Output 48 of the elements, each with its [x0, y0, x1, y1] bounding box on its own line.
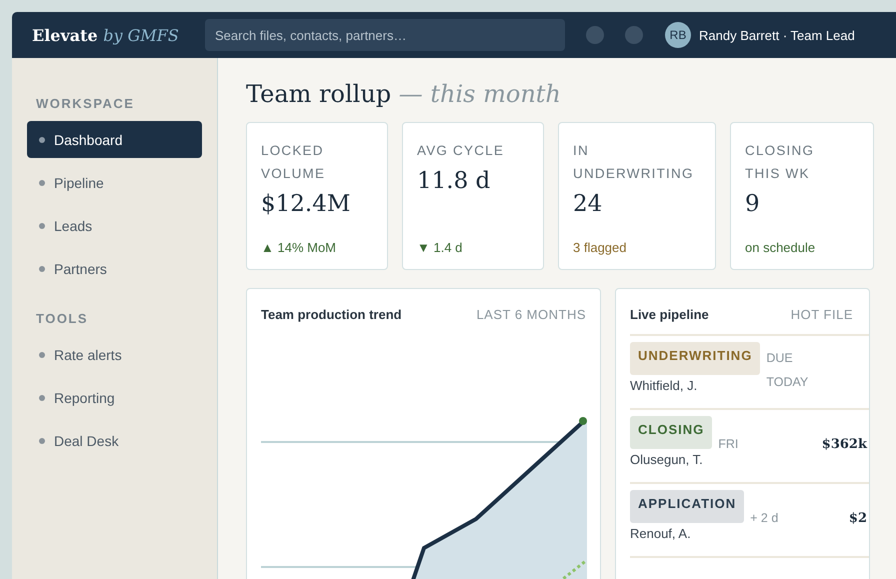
bullet-icon [39, 352, 45, 358]
due-label: FRI [718, 436, 740, 453]
nav-item[interactable]: Deal Desk [27, 422, 202, 459]
bullet-icon [39, 222, 45, 228]
loan-amount: $2 [848, 510, 868, 526]
stat-label: LOCKED VOLUME [261, 142, 326, 183]
user-avatar[interactable]: RB [665, 22, 691, 48]
stat-note: ▼ 1.4 d [417, 240, 464, 255]
borrower-name: Whitfield, J. [630, 378, 698, 394]
status-tag: UNDERWRITING [630, 342, 760, 374]
stat-label: CLOSING THIS WK [745, 142, 816, 183]
section-tag: HOT FILE [790, 307, 853, 322]
range-label: LAST 6 MONTHS [476, 307, 586, 322]
brand-logo: Elevate by GMFS [32, 26, 180, 44]
nav-item[interactable]: Partners [27, 250, 202, 287]
search-field[interactable]: Search files, contacts, partners… [205, 19, 565, 51]
stat-value: 11.8 d [417, 168, 492, 194]
nav-item[interactable]: Pipeline [27, 164, 202, 201]
stat-note: 3 flagged [573, 240, 628, 255]
nav-item[interactable]: Leads [27, 207, 202, 244]
page-title: Team rollup — this month [246, 80, 562, 108]
bullet-icon [39, 266, 45, 272]
section-label: TOOLS [36, 311, 90, 326]
bullet-icon [39, 394, 45, 400]
stat-note: on schedule [745, 240, 816, 255]
stat-value: $12.4M [261, 191, 352, 217]
panel-title: Live pipeline [630, 307, 709, 322]
nav-item[interactable]: Dashboard [27, 121, 202, 158]
status-tag: APPLICATION [630, 490, 744, 522]
nav-item[interactable]: Reporting [27, 379, 202, 416]
stat-value: 9 [745, 191, 761, 217]
borrower-name: Renouf, A. [630, 526, 692, 542]
status-tag: CLOSING [630, 416, 712, 448]
borrower-name: Olusegun, T. [630, 452, 704, 469]
bullet-icon [39, 180, 45, 186]
due-label: + 2 d [750, 510, 780, 527]
loan-amount: $362k [822, 436, 868, 452]
nav-item[interactable]: Rate alerts [27, 336, 202, 373]
panel-title: Team production trend [261, 307, 402, 322]
stat-note: ▲ 14% MoM [261, 240, 337, 255]
stat-label: AVG CYCLE [417, 142, 506, 160]
user-name: Randy Barrett · Team Lead [699, 28, 855, 42]
section-label: WORKSPACE [36, 96, 136, 111]
stat-value: 24 [573, 191, 604, 217]
bullet-icon [39, 136, 45, 142]
due-label: DUE TODAY [766, 350, 810, 391]
bullet-icon [39, 438, 45, 444]
stat-label: IN UNDERWRITING [573, 142, 695, 183]
